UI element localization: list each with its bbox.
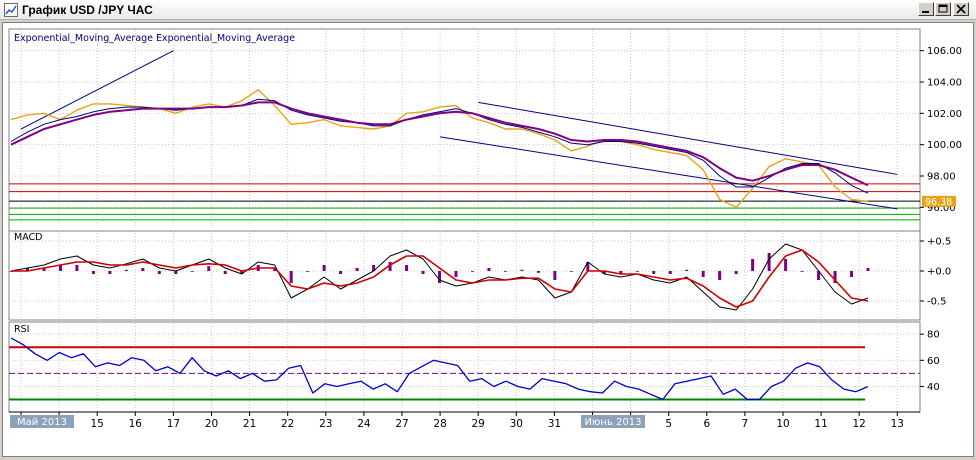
window-title-bar[interactable]: График USD /JPY ЧАС <box>0 0 976 20</box>
macd-histogram-bar <box>503 271 507 272</box>
macd-histogram-bar <box>536 271 540 273</box>
macd-histogram-bar <box>75 265 79 271</box>
y-tick-label: 80 <box>927 330 940 341</box>
rsi-panel: 80 60 40 RSI <box>8 320 940 414</box>
x-tick-label: 13 <box>891 418 904 430</box>
y-tick-label: 104.00 <box>927 78 962 89</box>
macd-histogram-bar <box>124 269 128 271</box>
y-tick-label: 102.00 <box>927 109 962 120</box>
macd-y-axis: +0.5 +0.0 -0.5 <box>920 237 951 308</box>
x-tick-label: 5 <box>665 418 672 430</box>
x-tick-label: 12 <box>853 418 866 430</box>
minimize-button[interactable] <box>918 2 934 16</box>
macd-histogram-bar <box>322 265 326 271</box>
macd-histogram-bar <box>767 253 771 271</box>
macd-histogram-bar <box>470 271 474 272</box>
macd-histogram-bar <box>339 271 343 274</box>
x-tick-label: 22 <box>281 418 294 430</box>
x-tick-label: 21 <box>243 418 256 430</box>
x-tick-label: 11 <box>814 418 827 430</box>
macd-histogram-bar <box>800 271 804 272</box>
macd-histogram-bar <box>553 271 557 280</box>
macd-histogram-bar <box>487 268 491 271</box>
macd-histogram-bar <box>355 268 359 271</box>
price-y-axis: 106.00104.00102.00100.0098.0096.00 <box>920 46 962 214</box>
macd-histogram-bar <box>701 271 705 277</box>
macd-histogram-bar <box>190 271 194 272</box>
macd-histogram-bar <box>306 271 310 272</box>
price-panel: 106.00104.00102.00100.0098.0096.00 Expon… <box>8 28 962 232</box>
rsi-y-axis: 80 60 40 <box>920 330 940 393</box>
macd-histogram-bar <box>751 259 755 271</box>
price-legend: Exponential_Moving_Average Exponential_M… <box>14 33 295 44</box>
x-tick-label: 17 <box>167 418 180 430</box>
month-marker-label: Июнь 2013 <box>585 417 642 428</box>
x-tick-label: 20 <box>205 418 218 430</box>
macd-histogram-bar <box>289 271 293 283</box>
macd-panel: +0.5 +0.0 -0.5 MACD <box>8 230 951 321</box>
x-tick-label: 31 <box>548 418 561 430</box>
x-tick-label: 29 <box>472 418 485 430</box>
x-tick-label: 27 <box>395 418 408 430</box>
macd-histogram-bar <box>454 271 458 277</box>
y-tick-label: 98.00 <box>927 172 956 183</box>
x-tick-label: 15 <box>91 418 104 430</box>
close-icon <box>956 4 966 14</box>
macd-histogram-bar <box>652 271 656 274</box>
macd-histogram-bar <box>207 266 211 271</box>
macd-histogram-bar <box>734 271 738 274</box>
macd-histogram-bar <box>685 269 689 271</box>
macd-histogram-bar <box>438 271 441 283</box>
y-tick-label: 60 <box>927 356 940 367</box>
x-tick-label: 7 <box>742 418 749 430</box>
chart-icon <box>4 3 18 17</box>
x-tick-label: 10 <box>776 418 789 430</box>
y-tick-label: 40 <box>927 382 940 393</box>
macd-histogram-bar <box>784 259 788 271</box>
y-tick-label: +0.0 <box>927 267 951 278</box>
y-tick-label: -0.5 <box>927 297 947 308</box>
window-title: График USD /JPY ЧАС <box>22 3 153 17</box>
month-marker: Июнь 2013 <box>581 415 645 428</box>
x-tick-label: 6 <box>703 418 710 430</box>
macd-histogram-bar <box>223 271 227 274</box>
x-tick-label: 16 <box>129 418 143 430</box>
macd-histogram-bar <box>866 268 870 271</box>
macd-histogram-bar <box>157 271 161 274</box>
macd-histogram-bar <box>141 268 145 271</box>
maximize-button[interactable] <box>935 2 951 16</box>
macd-histogram-bar <box>108 271 112 274</box>
macd-histogram-bar <box>569 271 573 272</box>
current-price-label: 96.38 <box>925 197 952 208</box>
x-axis: 1314151617202122232427282930313456710111… <box>9 411 920 430</box>
chart-window: 106.00 104.00 102.00 100.00 98.00 96.00 Expon… <box>2 22 974 457</box>
x-tick-label: 23 <box>319 418 332 430</box>
month-marker: Май 2013 <box>10 415 74 428</box>
maximize-icon <box>938 4 948 13</box>
y-tick-label: +0.5 <box>927 237 951 248</box>
x-tick-label: 24 <box>357 418 371 430</box>
macd-histogram-bar <box>520 269 524 271</box>
x-tick-label: 30 <box>510 418 523 430</box>
macd-histogram-bar <box>91 271 95 274</box>
macd-legend: MACD <box>14 232 42 243</box>
minimize-icon <box>922 11 929 13</box>
macd-histogram-bar <box>850 271 854 277</box>
macd-histogram-bar <box>718 271 722 280</box>
macd-histogram-bar <box>668 271 672 274</box>
close-button[interactable] <box>953 2 969 16</box>
macd-histogram-bar <box>405 265 409 271</box>
macd-histogram-bar <box>635 271 639 272</box>
y-tick-label: 106.00 <box>927 46 962 57</box>
chart-canvas[interactable]: 106.00104.00102.00100.0098.0096.00 Expon… <box>3 23 973 456</box>
x-tick-label: 28 <box>433 418 446 430</box>
macd-histogram-bar <box>421 271 425 274</box>
rsi-legend: RSI <box>14 324 29 335</box>
y-tick-label: 100.00 <box>927 140 962 151</box>
month-marker-label: Май 2013 <box>17 417 67 428</box>
